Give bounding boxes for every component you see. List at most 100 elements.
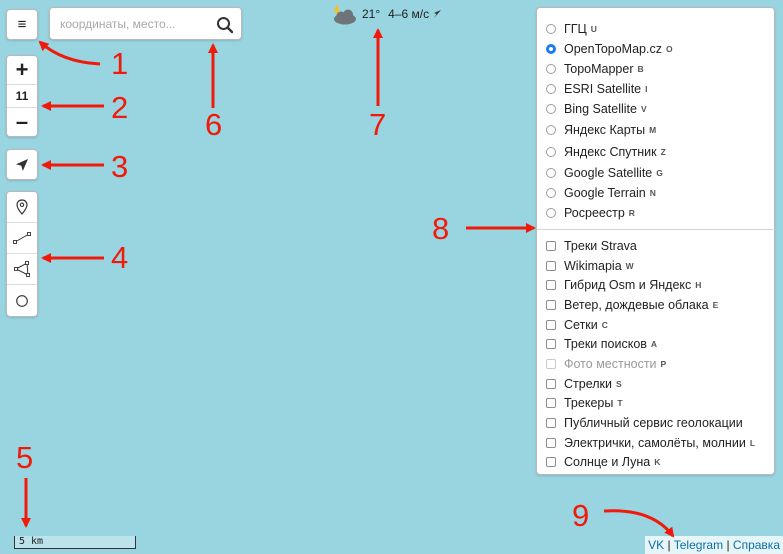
overlay-layer-option[interactable]: Трекеры T xyxy=(546,394,774,414)
checkbox[interactable] xyxy=(546,240,556,251)
polyline-icon xyxy=(13,232,31,244)
checkbox[interactable] xyxy=(546,260,556,271)
polygon-icon xyxy=(14,261,30,277)
layer-label: Google Satellite xyxy=(564,166,653,180)
base-layer-list: ГГЦ U OpenTopoMap.cz O TopoMapper B ESRI Satel… xyxy=(546,19,774,223)
menu-button[interactable]: ≡ xyxy=(6,9,38,40)
overlay-layer-option[interactable]: Сетки C xyxy=(546,315,774,335)
layer-label: Электрички, самолёты, молнии xyxy=(564,435,746,450)
layer-label: Стрелки xyxy=(564,376,612,391)
annotation-number-7: 7 xyxy=(369,107,387,142)
help-link[interactable]: Справка xyxy=(733,538,780,552)
draw-polygon-button[interactable] xyxy=(7,254,37,285)
layer-label: Солнце и Луна xyxy=(564,455,651,470)
overlay-layer-option[interactable]: Треки поисков A xyxy=(546,334,774,354)
overlay-layer-option[interactable]: Солнце и Луна K xyxy=(546,453,774,473)
layer-hotkey: N xyxy=(649,188,656,198)
checkbox[interactable] xyxy=(546,457,556,468)
overlay-layer-option[interactable]: Стрелки S xyxy=(546,374,774,394)
layer-hotkey: W xyxy=(625,260,634,271)
checkbox[interactable] xyxy=(546,280,556,291)
radio-button[interactable] xyxy=(546,84,556,94)
weather-temperature: 21° xyxy=(362,7,381,21)
layer-hotkey: B xyxy=(637,64,644,74)
layer-label: Сетки xyxy=(564,317,598,332)
layer-label: Wikimapia xyxy=(564,258,622,273)
layer-label: Фото местности xyxy=(564,356,657,371)
layer-label: Публичный сервис геолокации xyxy=(564,416,743,431)
base-layer-option[interactable]: Яндекс Карты M xyxy=(546,119,774,141)
checkbox[interactable] xyxy=(546,437,556,448)
overlay-layer-option[interactable]: Wikimapia W xyxy=(546,256,774,276)
layer-label: ГГЦ xyxy=(564,22,587,36)
base-layer-option[interactable]: OpenTopoMap.cz O xyxy=(546,39,774,59)
annotation-number-9: 9 xyxy=(572,498,590,533)
layer-label: Яндекс Карты xyxy=(564,123,646,137)
checkbox[interactable] xyxy=(546,418,556,429)
base-layer-option[interactable]: Google Terrain N xyxy=(546,183,774,203)
scale-bar: 5 km xyxy=(14,536,136,549)
layer-hotkey: I xyxy=(645,84,648,94)
layer-hotkey: M xyxy=(649,125,657,135)
overlay-layer-option[interactable]: Треки Strava xyxy=(546,236,774,256)
overlay-layer-option[interactable]: Электрички, самолёты, молнии L xyxy=(546,433,774,453)
weather-wind: 4–6 м/с xyxy=(388,7,430,21)
layer-hotkey: A xyxy=(650,339,658,350)
footer-separator: | xyxy=(667,538,671,552)
weather-widget[interactable]: 21° 4–6 м/с xyxy=(330,1,442,27)
overlay-layer-option[interactable]: Гибрид Osm и Яндекс H xyxy=(546,275,774,295)
radio-button[interactable] xyxy=(546,125,556,135)
radio-button[interactable] xyxy=(546,104,556,114)
checkbox xyxy=(546,358,556,369)
checkbox[interactable] xyxy=(546,339,556,350)
zoom-in-button[interactable]: + xyxy=(7,56,37,84)
radio-button[interactable] xyxy=(546,64,556,74)
layer-hotkey: E xyxy=(712,299,719,310)
base-layer-option[interactable]: Bing Satellite V xyxy=(546,99,774,119)
vk-link[interactable]: VK xyxy=(648,538,664,552)
layer-hotkey: Z xyxy=(660,147,666,157)
radio-button[interactable] xyxy=(546,168,556,178)
layer-label: OpenTopoMap.cz xyxy=(564,42,662,56)
radio-button[interactable] xyxy=(546,147,556,157)
base-layer-option[interactable]: Росреестр R xyxy=(546,203,774,223)
overlay-layer-option: Фото местности P xyxy=(546,354,774,374)
overlay-layer-option[interactable]: Ветер, дождевые облака E xyxy=(546,295,774,315)
base-layer-option[interactable]: TopoMapper B xyxy=(546,59,774,79)
map-pin-icon xyxy=(16,199,28,215)
checkbox[interactable] xyxy=(546,398,556,409)
telegram-link[interactable]: Telegram xyxy=(674,538,723,552)
zoom-out-button[interactable]: – xyxy=(7,108,37,136)
locate-button[interactable] xyxy=(6,149,38,180)
draw-line-button[interactable] xyxy=(7,223,37,254)
base-layer-option[interactable]: Google Satellite G xyxy=(546,163,774,183)
layer-label: Трекеры xyxy=(564,396,614,411)
base-layer-option[interactable]: ГГЦ U xyxy=(546,19,774,39)
radio-button[interactable] xyxy=(546,208,556,218)
overlay-layer-option[interactable]: Публичный сервис геолокации xyxy=(546,413,774,433)
draw-circle-button[interactable] xyxy=(7,285,37,316)
base-layer-option[interactable]: Яндекс Спутник Z xyxy=(546,141,774,163)
annotation-number-8: 8 xyxy=(432,211,450,246)
layer-label: Яндекс Спутник xyxy=(564,145,657,159)
annotation-number-4: 4 xyxy=(111,240,129,275)
layer-label: Google Terrain xyxy=(564,186,646,200)
search-input[interactable] xyxy=(58,15,212,32)
checkbox[interactable] xyxy=(546,378,556,389)
annotation-number-2: 2 xyxy=(111,90,129,125)
layer-hotkey: S xyxy=(616,378,622,389)
layer-label: Росреестр xyxy=(564,206,625,220)
base-layer-option[interactable]: ESRI Satellite I xyxy=(546,79,774,99)
radio-button[interactable] xyxy=(546,24,556,34)
layer-hotkey: G xyxy=(656,168,663,178)
layer-hotkey: U xyxy=(590,24,597,34)
radio-button[interactable] xyxy=(546,44,556,54)
checkbox[interactable] xyxy=(546,299,556,310)
radio-button[interactable] xyxy=(546,188,556,198)
layer-label: Гибрид Osm и Яндекс xyxy=(564,278,692,293)
checkbox[interactable] xyxy=(546,319,556,330)
layer-label: ESRI Satellite xyxy=(564,82,642,96)
search-icon[interactable] xyxy=(215,15,235,35)
add-marker-button[interactable] xyxy=(7,192,37,223)
draw-toolbar xyxy=(6,191,38,317)
